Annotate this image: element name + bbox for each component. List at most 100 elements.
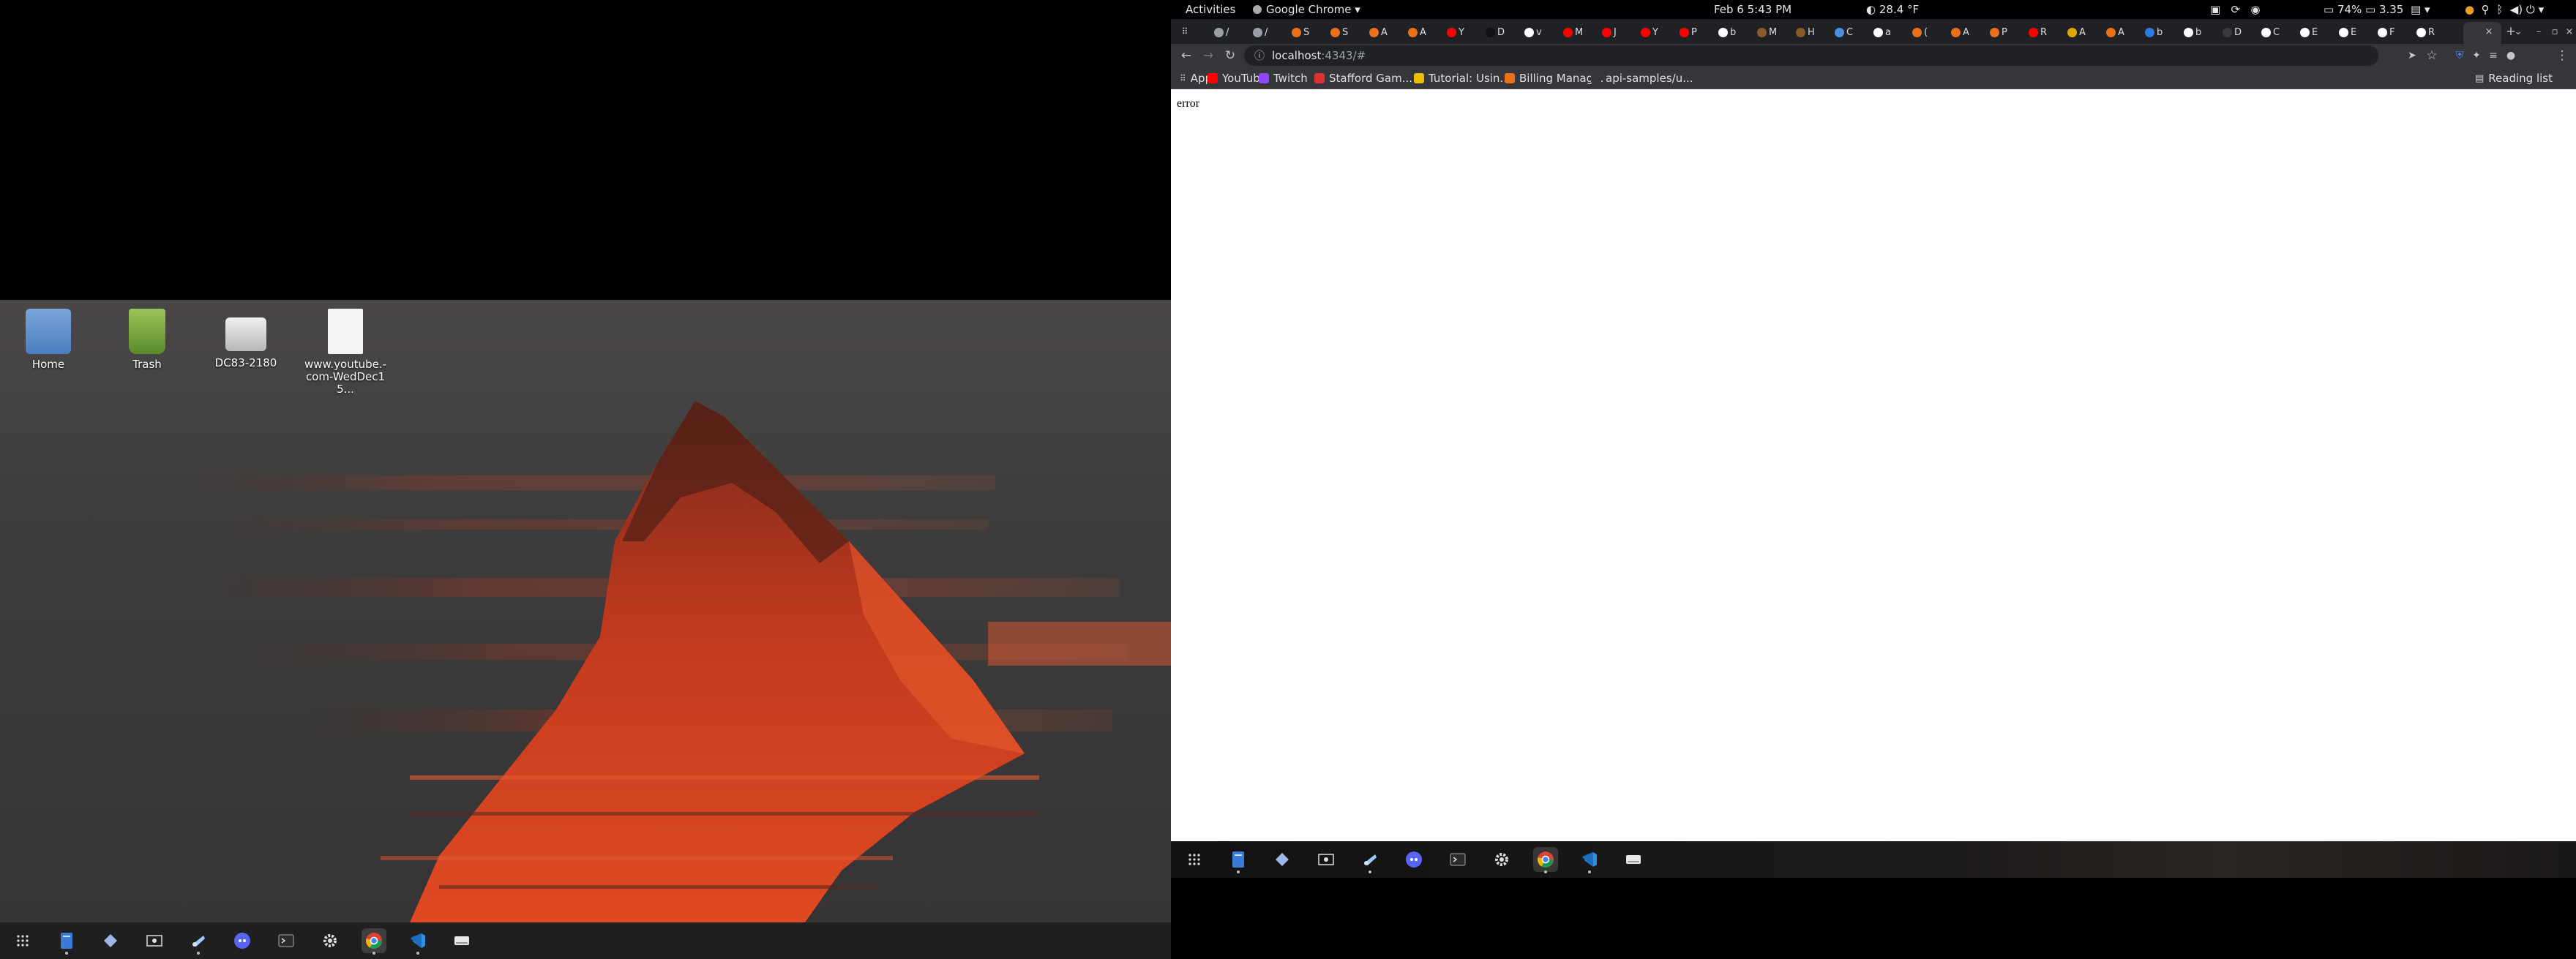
tab-search-chevron-icon[interactable]: ⌄ [2510, 23, 2526, 40]
reading-list-button[interactable]: ▤ Reading list [2475, 72, 2553, 85]
battery-indicator[interactable]: ▭ 74% [2324, 3, 2362, 16]
bitwarden-extension-icon[interactable]: ⛨ [2452, 48, 2468, 64]
tab-favicon-icon [2339, 27, 2348, 37]
browser-tab[interactable]: E [2337, 24, 2370, 40]
browser-tab[interactable]: P [1988, 24, 2021, 40]
browser-tab[interactable]: Y [1445, 24, 1478, 40]
browser-tab[interactable]: M [1755, 24, 1789, 40]
chrome-icon[interactable] [1533, 847, 1558, 873]
browser-tab[interactable]: Y [1639, 24, 1672, 40]
desktop-icon-html-file[interactable]: www.youtube.-com-WedDec15... [294, 309, 397, 396]
browser-tab[interactable]: S [1289, 24, 1323, 40]
browser-tab[interactable]: / [1251, 24, 1284, 40]
browser-tab[interactable]: a [1871, 24, 1905, 40]
tab-title: b [1730, 26, 1737, 38]
browser-tab[interactable]: F [2375, 24, 2409, 40]
browser-tab[interactable]: H [1794, 24, 1827, 40]
bookmark-item[interactable]: Stafford Gam... [1314, 72, 1412, 85]
bookmark-favicon-icon [1591, 73, 1601, 83]
bookmarks-bar: ⠿ Apps YouTube Twitch Stafford Gam... Tutor… [1171, 67, 2576, 89]
reload-button[interactable]: ↻ [1222, 48, 1238, 64]
terminal-icon[interactable] [1445, 847, 1470, 872]
power-icon: ⏻ [2526, 3, 2535, 16]
tray-icons-left[interactable]: ▣ ⟳ ◉ [2210, 3, 2260, 16]
chrome-icon[interactable] [362, 928, 386, 955]
minimize-button[interactable]: – [2531, 23, 2547, 40]
settings-icon[interactable] [318, 928, 342, 953]
browser-tab[interactable]: A [1406, 24, 1439, 40]
close-window-button[interactable]: × [2561, 23, 2576, 40]
diamond-app-icon[interactable] [1270, 847, 1295, 872]
desktop-icon-home[interactable]: Home [0, 309, 100, 371]
settings-icon[interactable] [1489, 847, 1514, 872]
browser-tab[interactable]: b [2143, 24, 2176, 40]
drive-icon[interactable] [1621, 847, 1646, 872]
vscode-icon[interactable] [1577, 847, 1602, 873]
browser-tab[interactable]: R [2414, 24, 2448, 40]
browser-tab[interactable]: C [1832, 24, 1866, 40]
back-button[interactable]: ← [1178, 48, 1194, 64]
tab-favicon-icon [1718, 27, 1728, 37]
media-controls-icon[interactable]: ≡ [2485, 48, 2501, 64]
browser-tab[interactable]: b [1716, 24, 1750, 40]
browser-tab[interactable]: J [1600, 24, 1633, 40]
clipboard-icon[interactable]: ▤ ▾ [2411, 3, 2430, 16]
profile-avatar-icon[interactable]: ● [2503, 48, 2519, 64]
weather-indicator[interactable]: ◐ 28.4 °F [1866, 3, 1919, 16]
app-menu[interactable]: Google Chrome ▾ [1253, 3, 1360, 16]
close-tab-icon[interactable]: × [2481, 23, 2497, 40]
browser-tab[interactable]: R [2026, 24, 2060, 40]
browser-tab[interactable]: v [1522, 24, 1556, 40]
browser-tab[interactable]: D [2220, 24, 2254, 40]
files-icon[interactable] [54, 928, 79, 955]
terminal-icon[interactable] [274, 928, 299, 953]
browser-tab[interactable]: S [1328, 24, 1362, 40]
browser-tab[interactable]: D [1483, 24, 1517, 40]
screenshot-icon[interactable] [1314, 847, 1338, 872]
files-icon[interactable] [1226, 847, 1251, 873]
bookmark-item[interactable]: Tutorial: Usin... [1414, 72, 1510, 85]
browser-tab[interactable]: P [1677, 24, 1711, 40]
browser-tab[interactable]: C [2259, 24, 2293, 40]
steam-icon[interactable] [1358, 847, 1382, 873]
app-grid-icon[interactable] [10, 928, 35, 953]
activities-button[interactable]: Activities [1186, 3, 1235, 16]
forward-button[interactable]: → [1200, 48, 1216, 64]
diamond-app-icon[interactable] [98, 928, 123, 953]
browser-tab[interactable]: A [1949, 24, 1982, 40]
bookmark-item[interactable]: Twitch [1259, 72, 1308, 85]
browser-tab[interactable]: M [1561, 24, 1595, 40]
send-icon[interactable]: ➤ [2404, 48, 2420, 64]
browser-tab[interactable]: E [2298, 24, 2332, 40]
browser-tab[interactable]: ( [1910, 24, 1944, 40]
browser-tab[interactable]: A [2065, 24, 2099, 40]
extensions-puzzle-icon[interactable]: ✦ [2468, 48, 2485, 64]
bookmark-item[interactable]: api-samples/u... [1591, 72, 1693, 85]
discord-icon[interactable] [1401, 847, 1426, 872]
desktop-icon-drive[interactable]: DC83-2180 [195, 309, 297, 369]
bookmark-item[interactable]: YouTube [1208, 72, 1267, 85]
drive-icon[interactable] [449, 928, 474, 953]
system-tray[interactable]: ● ⚲ ᛒ ◀) ⏻ ▾ [2465, 3, 2544, 16]
browser-tab[interactable]: A [1367, 24, 1401, 40]
screenshot-icon[interactable] [142, 928, 167, 953]
chrome-menu-icon[interactable]: ⋮ [2554, 48, 2570, 64]
vscode-icon[interactable] [405, 928, 430, 955]
browser-tab[interactable]: b [2182, 24, 2215, 40]
steam-icon[interactable] [186, 928, 211, 955]
bookmark-star-icon[interactable]: ☆ [2424, 48, 2440, 64]
address-bar[interactable]: ⓘ localhost:4343/# [1244, 45, 2378, 66]
maximize-button[interactable]: ▫ [2547, 23, 2563, 40]
reading-list-icon: ▤ [2475, 72, 2485, 84]
tab-favicon-icon [2223, 27, 2232, 37]
browser-tab[interactable]: / [1212, 24, 1246, 40]
cpu-indicator[interactable]: ▭ 3.35 [2365, 3, 2403, 16]
app-grid-icon[interactable] [1182, 847, 1207, 872]
clock[interactable]: Feb 6 5:43 PM [1714, 3, 1791, 16]
desktop-icon-trash[interactable]: Trash [96, 309, 198, 371]
right-taskbar [1171, 841, 2576, 878]
bookmark-item[interactable]: Billing Manag... [1505, 72, 1603, 85]
discord-icon[interactable] [230, 928, 255, 953]
browser-tab[interactable]: A [2104, 24, 2138, 40]
tab-search-grid-icon[interactable]: ⠿ [1177, 23, 1193, 40]
